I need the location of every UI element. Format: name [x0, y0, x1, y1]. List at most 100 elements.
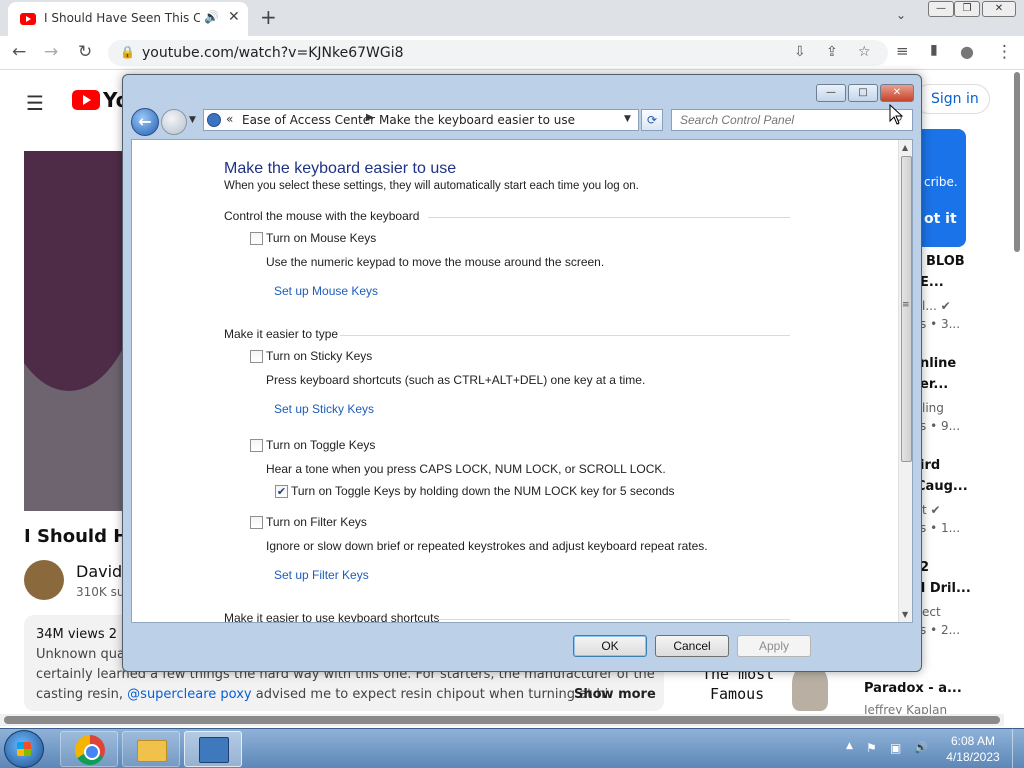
volume-icon[interactable]: 🔊	[914, 741, 928, 754]
profile-icon[interactable]: ●	[960, 42, 974, 61]
clock-date: 4/18/2023	[946, 750, 1000, 764]
sidebar-item-title[interactable]: Caug...	[916, 479, 968, 494]
reload-icon[interactable]: ↻	[78, 42, 92, 62]
share-icon[interactable]: ⇪	[826, 44, 838, 60]
filter-keys-checkbox[interactable]	[250, 516, 263, 529]
window-close-button[interactable]: ✕	[982, 1, 1016, 17]
address-bar[interactable]: 🔒 youtube.com/watch?v=KJNke67WGi8 ⇩ ⇪ ☆	[108, 40, 888, 66]
channel-mention-link[interactable]: @supercleare poxy	[127, 687, 251, 702]
sidebar-item-meta: s • 9...	[920, 419, 961, 433]
chrome-icon	[75, 735, 105, 765]
tab-close-icon[interactable]: ✕	[228, 9, 240, 25]
speaker-icon[interactable]: 🔊	[204, 10, 219, 24]
subscribe-card-text: cribe.	[924, 175, 958, 189]
page-vertical-scrollbar[interactable]	[1012, 72, 1022, 728]
sidebar-item-title[interactable]: ird	[920, 458, 940, 473]
breadcrumb[interactable]: « Ease of Access Center ▶ Make the keybo…	[203, 109, 639, 131]
subscribe-card-button[interactable]: ot it	[924, 211, 957, 227]
section-heading-mouse: Control the mouse with the keyboard	[224, 209, 420, 223]
lock-icon[interactable]: 🔒	[120, 45, 135, 59]
sidebar-item-channel: ling	[922, 401, 944, 415]
windows-logo-icon	[17, 742, 31, 756]
url-text[interactable]: youtube.com/watch?v=KJNke67WGi8	[142, 45, 404, 61]
back-arrow-icon[interactable]: ←	[131, 108, 159, 136]
control-panel-icon	[199, 737, 229, 763]
tab-search-icon[interactable]: ⌄	[896, 8, 906, 22]
side-panel-icon[interactable]: ▮	[930, 42, 938, 58]
taskbar-chrome[interactable]	[60, 731, 118, 767]
show-desktop-button[interactable]	[1012, 729, 1024, 768]
toggle-keys-numlock-label[interactable]: Turn on Toggle Keys by holding down the …	[291, 484, 675, 498]
section-heading-shortcuts: Make it easier to use keyboard shortcuts	[224, 611, 440, 623]
sidebar-item-meta: s • 1...	[920, 521, 961, 535]
cancel-button[interactable]: Cancel	[655, 635, 729, 657]
recent-pages-dropdown-icon[interactable]: ▼	[189, 115, 196, 125]
window-minimize-button[interactable]: —	[928, 1, 954, 17]
scroll-up-icon[interactable]: ▲	[902, 143, 908, 152]
dialog-minimize-button[interactable]: —	[816, 84, 846, 102]
forward-icon[interactable]: →	[44, 42, 58, 62]
breadcrumb-arrow-icon[interactable]: ▶	[366, 112, 374, 123]
sidebar-item-meta: s • 3...	[920, 317, 961, 331]
sidebar-item-title[interactable]: nline	[920, 356, 956, 371]
taskbar-explorer[interactable]	[122, 731, 180, 767]
sticky-keys-checkbox[interactable]	[250, 350, 263, 363]
control-panel-icon	[207, 113, 221, 127]
breadcrumb-ease-of-access[interactable]: Ease of Access Center	[242, 113, 375, 127]
menu-icon[interactable]: ☰	[26, 91, 44, 115]
channel-avatar[interactable]	[24, 560, 64, 600]
horizontal-scroll-thumb[interactable]	[4, 716, 1000, 724]
network-icon[interactable]: ▣	[890, 741, 901, 755]
youtube-logo-icon[interactable]	[72, 90, 100, 110]
related-video-title[interactable]: Paradox - a...	[864, 681, 962, 696]
setup-sticky-keys-link[interactable]: Set up Sticky Keys	[274, 402, 374, 416]
mouse-keys-checkbox[interactable]	[250, 232, 263, 245]
forward-arrow-icon[interactable]	[161, 109, 187, 135]
page-scroll-thumb[interactable]	[1014, 72, 1020, 252]
setup-mouse-keys-link[interactable]: Set up Mouse Keys	[274, 284, 378, 298]
dialog-close-button[interactable]: ✕	[880, 84, 914, 102]
new-tab-button[interactable]: +	[260, 5, 277, 29]
back-icon[interactable]: ←	[12, 42, 26, 62]
window-restore-button[interactable]: ❐	[954, 1, 980, 17]
sidebar-item-title[interactable]: er...	[920, 377, 948, 392]
thumbnail-text: Famous	[710, 685, 765, 703]
sticky-keys-label[interactable]: Turn on Sticky Keys	[266, 349, 372, 363]
filter-keys-label[interactable]: Turn on Filter Keys	[266, 515, 367, 529]
toggle-keys-numlock-checkbox[interactable]: ✔	[275, 485, 288, 498]
browser-tab[interactable]: I Should Have Seen This Coming 🔊 ✕	[8, 2, 248, 36]
playlist-icon[interactable]: ≡	[896, 42, 909, 60]
section-heading-typing: Make it easier to type	[224, 327, 339, 341]
breadcrumb-current-page[interactable]: Make the keyboard easier to use	[379, 113, 575, 127]
view-stats: 34M views 2	[36, 627, 118, 642]
toggle-keys-checkbox[interactable]	[250, 439, 263, 452]
refresh-icon[interactable]: ⟳	[641, 109, 663, 131]
content-scrollbar[interactable]: ▲ ≡ ▼	[898, 140, 912, 622]
start-button[interactable]	[4, 730, 44, 768]
chrome-menu-icon[interactable]: ⋮	[996, 42, 1013, 62]
bookmark-star-icon[interactable]: ☆	[858, 44, 871, 60]
tab-title: I Should Have Seen This Coming	[44, 11, 200, 25]
sidebar-item-title[interactable]: BLOB	[926, 254, 965, 269]
taskbar-control-panel[interactable]	[184, 731, 242, 767]
page-horizontal-scrollbar[interactable]	[0, 714, 1004, 726]
video-player[interactable]	[24, 151, 134, 511]
apply-button[interactable]: Apply	[737, 635, 811, 657]
setup-filter-keys-link[interactable]: Set up Filter Keys	[274, 568, 369, 582]
breadcrumb-overflow-icon[interactable]: «	[226, 112, 233, 126]
mouse-keys-label[interactable]: Turn on Mouse Keys	[266, 231, 376, 245]
dialog-maximize-button[interactable]: □	[848, 84, 878, 102]
address-dropdown-icon[interactable]: ▼	[624, 114, 631, 124]
system-clock[interactable]: 6:08 AM 4/18/2023	[938, 733, 1008, 765]
scroll-down-icon[interactable]: ▼	[902, 610, 908, 619]
action-center-flag-icon[interactable]: ⚑	[866, 741, 877, 755]
show-hidden-icons-icon[interactable]: ▲	[846, 741, 853, 751]
show-more-button[interactable]: Show more	[574, 687, 656, 702]
sidebar-item-title[interactable]: d Dril...	[916, 581, 971, 596]
related-video-thumbnail[interactable]: The most Famous	[700, 665, 830, 715]
sidebar-item-title[interactable]: E...	[920, 275, 944, 290]
install-icon[interactable]: ⇩	[794, 44, 806, 60]
search-control-panel-input[interactable]: Search Control Panel ⚲	[671, 109, 913, 131]
toggle-keys-label[interactable]: Turn on Toggle Keys	[266, 438, 375, 452]
ok-button[interactable]: OK	[573, 635, 647, 657]
